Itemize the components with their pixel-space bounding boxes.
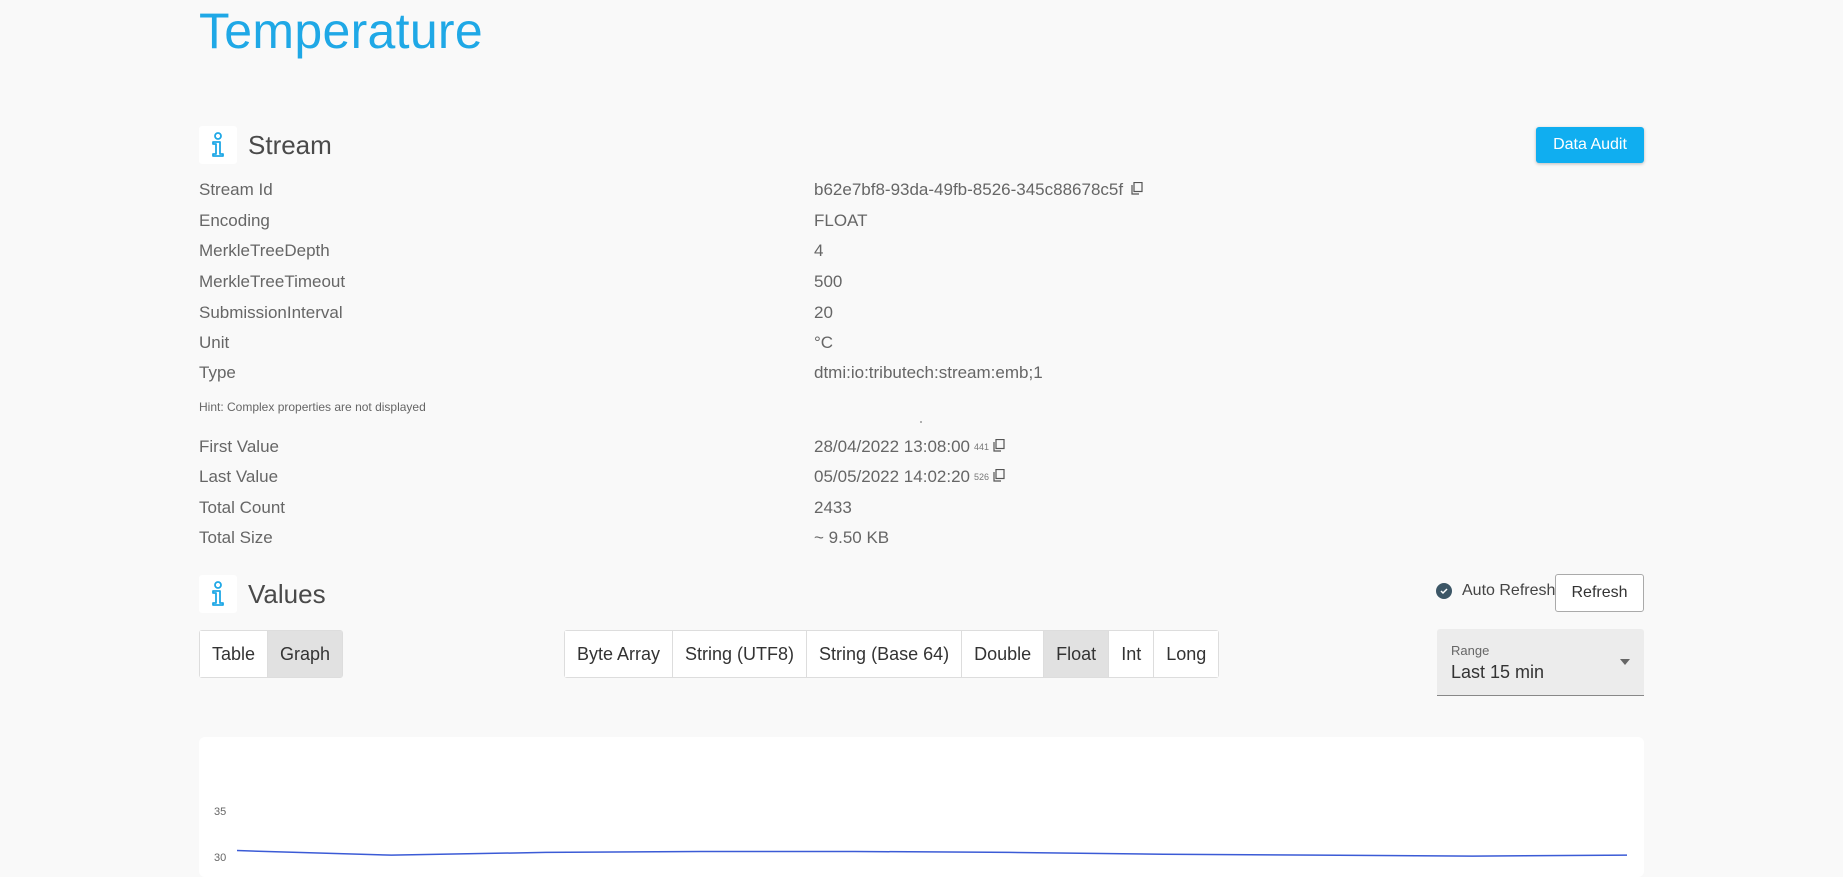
type-toggle: Byte Array String (UTF8) String (Base 64) D…: [564, 630, 1220, 678]
property-value: 500: [814, 272, 842, 292]
chart-card: 35 30: [199, 737, 1644, 877]
check-icon: [1436, 583, 1452, 599]
property-label: SubmissionInterval: [199, 303, 343, 322]
view-toggle-table[interactable]: Table: [200, 631, 269, 677]
page-title: Temperature: [199, 3, 483, 59]
stat-value: ~ 9.50 KB: [814, 528, 889, 548]
values-section-title: Values: [248, 579, 326, 609]
stat-value: 28/04/2022 13:08:00 441: [814, 437, 1005, 457]
view-toggle-graph[interactable]: Graph: [268, 631, 343, 677]
property-value-text: FLOAT: [814, 211, 868, 230]
property-value: 4: [814, 241, 823, 261]
chevron-down-icon: [1620, 659, 1630, 665]
stat-value-text: 28/04/2022 13:08:00: [814, 437, 970, 456]
view-toggle: Table Graph: [199, 630, 344, 678]
property-value: 20: [814, 303, 833, 323]
property-label: Unit: [199, 333, 230, 352]
property-value-text: 500: [814, 272, 843, 291]
property-label: Stream Id: [199, 180, 273, 199]
stat-value-text: 2433: [814, 498, 852, 517]
series-line: [236, 849, 1628, 857]
auto-refresh-checkbox[interactable]: Auto Refresh: [1436, 582, 1555, 600]
milliseconds: 441: [973, 442, 990, 452]
stat-value: 05/05/2022 14:02:20 526: [814, 467, 1005, 487]
stat-label: Total Count: [199, 498, 285, 517]
copy-icon[interactable]: [993, 467, 1005, 487]
hint-text: Hint: Complex properties are not display…: [199, 400, 426, 414]
property-label: MerkleTreeTimeout: [199, 272, 346, 291]
property-value-text: 4: [814, 241, 824, 260]
property-value: b62e7bf8-93da-49fb-8526-345c88678c5f: [814, 180, 1143, 200]
property-value-text: dtmi:io:tributech:stream:emb;1: [814, 363, 1043, 382]
property-value-text: b62e7bf8-93da-49fb-8526-345c88678c5f: [814, 180, 1124, 199]
copy-icon[interactable]: [1131, 180, 1143, 200]
property-value-text: °C: [814, 333, 834, 352]
type-toggle-float[interactable]: Float: [1044, 631, 1110, 677]
auto-refresh-label: Auto Refresh: [1462, 582, 1556, 599]
copy-icon[interactable]: [993, 437, 1005, 457]
milliseconds: 526: [973, 472, 990, 482]
property-value: FLOAT: [814, 211, 868, 231]
stat-value-text: ~ 9.50 KB: [814, 528, 890, 547]
range-label: Range: [1451, 643, 1490, 658]
range-select[interactable]: Range Last 15 min: [1437, 629, 1644, 696]
data-audit-button[interactable]: Data Audit: [1536, 127, 1644, 163]
stat-value: 2433: [814, 498, 852, 518]
info-icon: [199, 575, 237, 613]
type-toggle-double[interactable]: Double: [962, 631, 1045, 677]
y-tick-label: 35: [214, 806, 226, 818]
range-value: Last 15 min: [1451, 662, 1545, 682]
property-value-text: 20: [814, 303, 833, 322]
property-label: Type: [199, 363, 236, 382]
property-value: dtmi:io:tributech:stream:emb;1: [814, 363, 1043, 383]
stat-label: Last Value: [199, 467, 279, 486]
property-label: Encoding: [199, 211, 270, 230]
type-toggle-string-base-64[interactable]: String (Base 64): [807, 631, 963, 677]
type-toggle-long[interactable]: Long: [1154, 631, 1219, 677]
type-toggle-byte-array[interactable]: Byte Array: [565, 631, 674, 677]
refresh-button[interactable]: Refresh: [1555, 574, 1644, 612]
divider-dot: [920, 421, 922, 423]
stat-label: First Value: [199, 437, 279, 456]
property-value: °C: [814, 333, 833, 353]
type-toggle-string-utf8[interactable]: String (UTF8): [673, 631, 808, 677]
property-label: MerkleTreeDepth: [199, 241, 330, 260]
y-tick-label: 30: [214, 852, 226, 864]
stream-section-title: Stream: [248, 130, 332, 160]
values-chart: 35 30: [214, 806, 1628, 864]
type-toggle-int[interactable]: Int: [1109, 631, 1155, 677]
info-icon: [199, 126, 237, 164]
stat-label: Total Size: [199, 528, 273, 547]
stat-value-text: 05/05/2022 14:02:20: [814, 467, 970, 486]
